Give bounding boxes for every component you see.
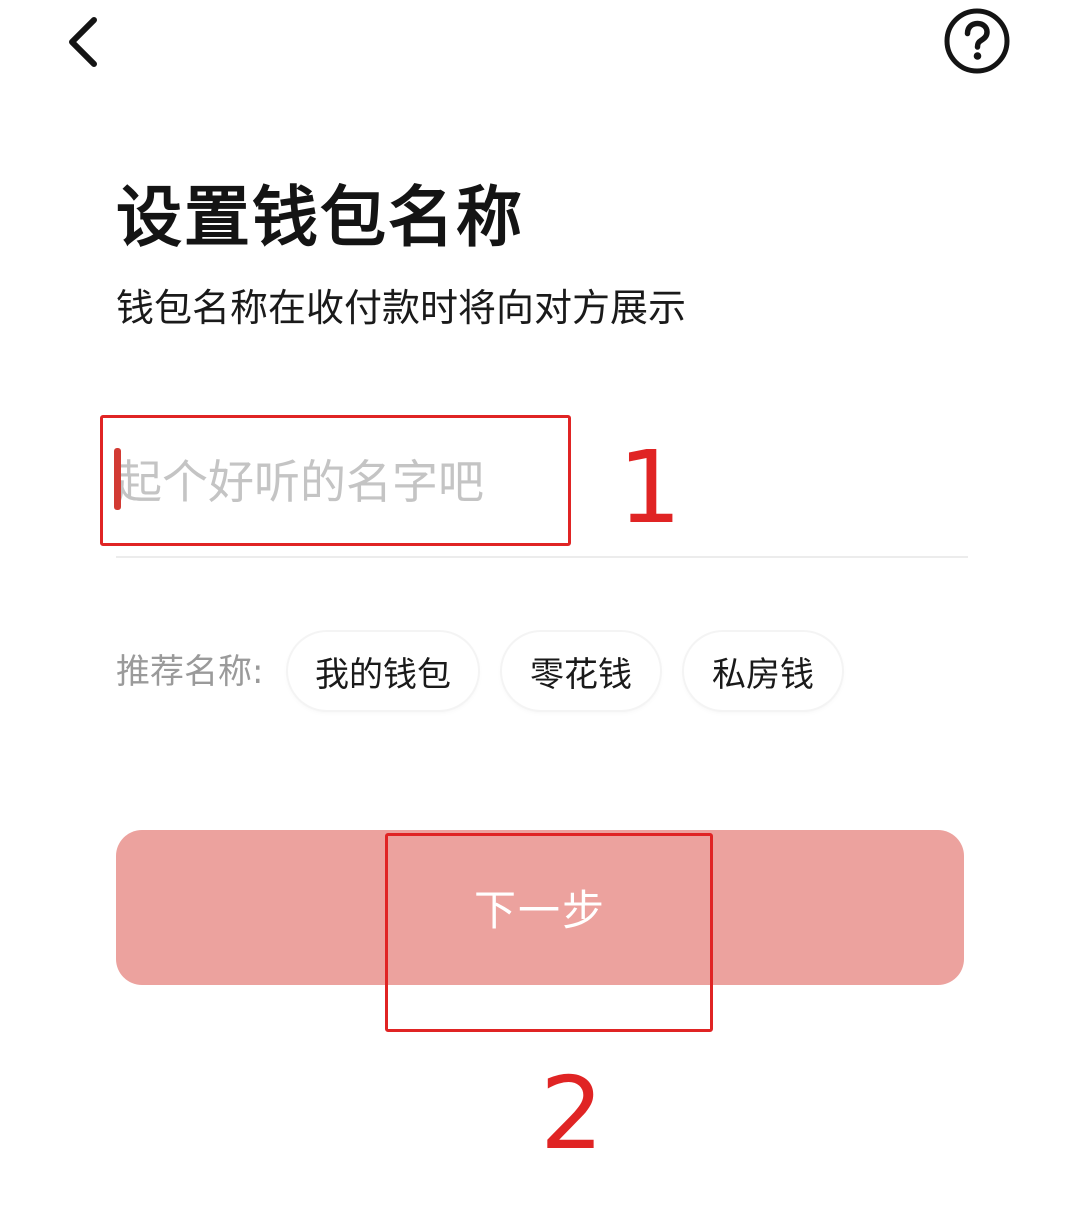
chevron-left-icon — [69, 17, 97, 67]
input-underline — [116, 556, 968, 558]
annotation-marker-2: 2 — [540, 1055, 604, 1172]
next-step-button[interactable]: 下一步 — [116, 830, 964, 985]
wallet-name-page: 设置钱包名称 钱包名称在收付款时将向对方展示 1 推荐名称: 我的钱包 零花钱 … — [0, 0, 1080, 1216]
suggestion-chip-pocket-money[interactable]: 零花钱 — [502, 632, 660, 710]
page-title: 设置钱包名称 — [116, 179, 524, 256]
back-button[interactable] — [52, 10, 116, 74]
suggestion-chip-my-wallet[interactable]: 我的钱包 — [288, 632, 478, 710]
help-button[interactable] — [942, 6, 1012, 76]
question-circle-icon — [944, 8, 1010, 74]
suggestion-chip-private-savings[interactable]: 私房钱 — [684, 632, 842, 710]
text-cursor — [114, 448, 121, 510]
wallet-name-input[interactable] — [116, 440, 936, 524]
suggested-names-label: 推荐名称: — [116, 652, 264, 692]
page-subtitle: 钱包名称在收付款时将向对方展示 — [116, 286, 687, 330]
